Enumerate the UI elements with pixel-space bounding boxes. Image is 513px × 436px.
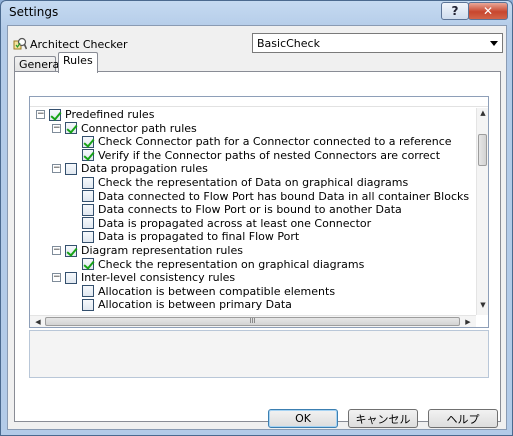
check-profile-value: BasicCheck [257, 36, 320, 50]
rules-tree[interactable]: − Predefined rules − Connector path rules Ch… [29, 96, 489, 328]
tree-node[interactable]: Allocation is between compatible element… [82, 285, 335, 298]
scroll-grip: III [249, 317, 256, 325]
dialog-client: Architect Checker BasicCheck General Rul… [7, 25, 507, 430]
rule-checkbox[interactable] [49, 108, 61, 121]
scroll-left-arrow-icon[interactable]: ◀ [32, 318, 44, 326]
chevron-down-icon[interactable] [486, 34, 502, 52]
ok-button[interactable]: OK [268, 409, 338, 428]
help-button[interactable]: ヘルプ [428, 409, 498, 428]
rule-label: Data connected to Flow Port has bound Da… [98, 189, 470, 203]
rule-label: Data is propagated to final Flow Port [98, 230, 300, 244]
rule-checkbox[interactable] [65, 244, 77, 257]
tree-node[interactable]: Allocation is between primary Data [82, 298, 292, 311]
rule-label: Verify if the Connector paths of nested … [98, 148, 441, 162]
tree-node[interactable]: − Diagram representation rules [52, 244, 243, 257]
scroll-down-arrow-icon[interactable]: ▼ [477, 301, 488, 309]
help-icon: ? [451, 4, 459, 18]
rule-checkbox[interactable] [65, 271, 77, 284]
rule-checkbox[interactable] [82, 190, 94, 203]
collapse-toggle-icon[interactable]: − [52, 246, 61, 255]
tree-node[interactable]: Data is propagated across at least one C… [82, 217, 371, 230]
collapse-toggle-icon[interactable]: − [52, 123, 61, 133]
rule-checkbox[interactable] [65, 162, 77, 175]
checker-label: Architect Checker [30, 37, 128, 51]
rule-checkbox[interactable] [82, 298, 94, 311]
rule-label: Inter-level consistency rules [81, 271, 236, 285]
tree-node[interactable]: Check the representation on graphical di… [82, 258, 364, 271]
titlebar-close-button[interactable]: ✕ [468, 2, 508, 20]
tree-node[interactable]: Data connects to Flow Port or is bound t… [82, 203, 402, 216]
rule-checkbox[interactable] [82, 258, 94, 271]
tree-node[interactable]: Data is propagated to final Flow Port [82, 230, 299, 243]
tree-node[interactable]: Verify if the Connector paths of nested … [82, 149, 440, 162]
close-icon: ✕ [482, 4, 494, 18]
rule-label: Diagram representation rules [81, 244, 243, 257]
rule-checkbox[interactable] [82, 176, 94, 189]
collapse-toggle-icon[interactable]: − [52, 273, 61, 283]
rules-panel: − Predefined rules − Connector path rules Ch… [14, 71, 501, 422]
tab-general-label: General [19, 58, 63, 71]
tree-node[interactable]: − Inter-level consistency rules [52, 271, 235, 284]
collapse-toggle-icon[interactable]: − [52, 164, 61, 174]
rule-label: Data connects to Flow Port or is bound t… [98, 203, 402, 217]
horizontal-scrollbar[interactable]: ◀ III ▶ [30, 315, 476, 327]
rule-checkbox[interactable] [65, 122, 77, 135]
checker-row: Architect Checker [13, 34, 128, 54]
rule-label: Allocation is between compatible element… [98, 284, 336, 298]
tree-node[interactable]: Check the representation of Data on grap… [82, 176, 408, 189]
checker-icon [13, 37, 28, 51]
rule-label: Data propagation rules [81, 162, 208, 176]
titlebar-help-button[interactable]: ? [441, 2, 469, 20]
rule-label: Predefined rules [65, 108, 155, 121]
tab-general[interactable]: General [14, 56, 62, 72]
window-title: Settings [9, 5, 59, 19]
rule-label: Allocation is between primary Data [98, 298, 292, 312]
cancel-button[interactable]: キャンセル [348, 409, 418, 428]
rule-checkbox[interactable] [82, 217, 94, 230]
settings-window: Settings ? ✕ Architect Checker BasicChec… [0, 0, 513, 436]
tree-node[interactable]: − Data propagation rules [52, 162, 208, 175]
rule-label: Check the representation of Data on grap… [98, 176, 409, 189]
title-bar[interactable]: Settings ? ✕ [1, 1, 512, 25]
rule-label: Connector path rules [81, 121, 197, 135]
tree-node[interactable]: Check Connector path for a Connector con… [82, 135, 452, 148]
tree-node[interactable]: Data connected to Flow Port has bound Da… [82, 190, 469, 203]
tree-header [30, 97, 488, 107]
vertical-scroll-thumb[interactable] [478, 134, 487, 166]
check-profile-select[interactable]: BasicCheck [252, 33, 503, 53]
rule-label: Data is propagated across at least one C… [98, 216, 372, 230]
collapse-toggle-icon[interactable]: − [36, 110, 45, 119]
rule-checkbox[interactable] [82, 285, 94, 298]
tab-rules-label: Rules [63, 54, 93, 67]
rule-checkbox[interactable] [82, 149, 94, 162]
tree-content: − Predefined rules − Connector path rules Ch… [30, 108, 476, 315]
tree-node[interactable]: − Connector path rules [52, 122, 197, 135]
rule-description-box [29, 330, 489, 378]
rule-label: Check the representation on graphical di… [98, 257, 365, 271]
rule-label: Check Connector path for a Connector con… [98, 135, 452, 149]
horizontal-scroll-thumb[interactable]: III [45, 317, 460, 326]
scroll-up-arrow-icon[interactable]: ▲ [477, 109, 488, 117]
tree-node[interactable]: − Predefined rules [36, 108, 154, 121]
rule-checkbox[interactable] [82, 230, 94, 243]
rule-checkbox[interactable] [82, 135, 94, 148]
vertical-scrollbar[interactable]: ▲ ▼ [476, 108, 488, 315]
tab-rules[interactable]: Rules [58, 52, 98, 73]
scroll-right-arrow-icon[interactable]: ▶ [462, 318, 474, 326]
rule-checkbox[interactable] [82, 203, 94, 216]
